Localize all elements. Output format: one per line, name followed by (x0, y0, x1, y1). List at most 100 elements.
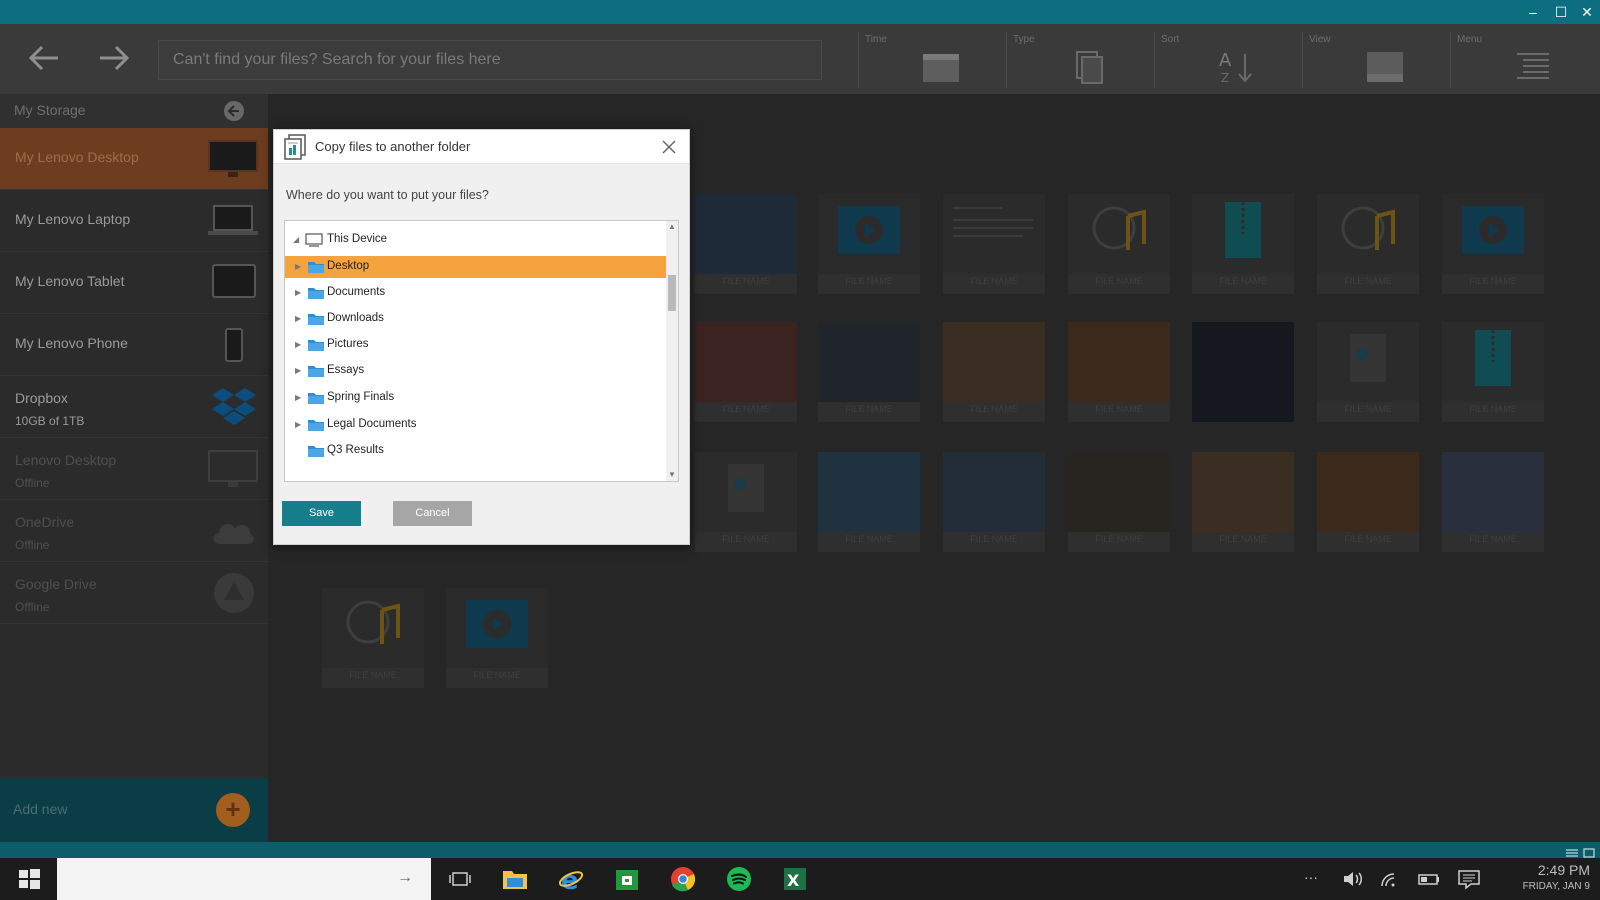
sidebar-item-lenovo-desktop-offline[interactable]: Lenovo Desktop Offline (0, 438, 268, 500)
expand-arrow-icon[interactable]: ▶ (295, 314, 305, 324)
collapse-arrow-icon[interactable]: ◢ (293, 235, 303, 245)
copy-document-icon (283, 134, 307, 165)
sidebar-item-dropbox[interactable]: Dropbox 10GB of 1TB (0, 376, 268, 438)
folder-icon (307, 311, 325, 327)
svg-text:Z: Z (1221, 71, 1229, 84)
file-tile[interactable]: FILE NAME (1317, 452, 1419, 552)
store-icon[interactable] (614, 866, 640, 892)
expand-arrow-icon[interactable]: ▶ (295, 393, 305, 403)
tree-item-q3-results[interactable]: Q3 Results (285, 440, 666, 462)
file-name: FILE NAME (473, 670, 521, 680)
zip-file-icon (1192, 194, 1294, 274)
close-window-button[interactable]: ✕ (1574, 2, 1600, 22)
sort-button[interactable]: Sort AZ (1154, 32, 1302, 88)
menu-button[interactable]: Menu (1450, 32, 1598, 88)
sidebar-item-my-lenovo-tablet[interactable]: My Lenovo Tablet (0, 252, 268, 314)
tree-item-desktop[interactable]: ▶ Desktop (285, 256, 666, 278)
file-name: FILE NAME (722, 404, 770, 414)
scroll-up-icon[interactable]: ▲ (666, 221, 678, 233)
expand-arrow-icon[interactable]: ▶ (295, 340, 305, 350)
scroll-down-icon[interactable]: ▼ (666, 469, 678, 481)
file-tile[interactable]: FILE NAME (818, 452, 920, 552)
file-tile[interactable]: FILE NAME (818, 322, 920, 422)
tree-item-legal-documents[interactable]: ▶ Legal Documents (285, 414, 666, 436)
wifi-icon[interactable] (1378, 866, 1404, 892)
sidebar-item-label: Dropbox (15, 390, 68, 406)
sidebar-title: My Storage (14, 102, 86, 118)
battery-icon[interactable] (1416, 866, 1442, 892)
type-button[interactable]: Type (1006, 32, 1154, 88)
file-tile[interactable]: FILE NAME (943, 322, 1045, 422)
file-explorer-icon[interactable] (502, 866, 528, 892)
file-tile[interactable]: FILE NAME (1192, 452, 1294, 552)
sidebar-item-my-lenovo-phone[interactable]: My Lenovo Phone (0, 314, 268, 376)
tree-item-spring-finals[interactable]: ▶ Spring Finals (285, 387, 666, 409)
dropbox-icon (212, 386, 256, 433)
scroll-thumb[interactable] (668, 275, 676, 311)
sidebar-item-sub: Offline (15, 538, 50, 552)
tray-overflow-icon[interactable]: ··· (1304, 869, 1318, 885)
file-tile[interactable]: FILE NAME (1192, 194, 1294, 294)
tree-item-essays[interactable]: ▶ Essays (285, 360, 666, 382)
file-tile[interactable]: FILE NAME (695, 452, 797, 552)
file-tile[interactable]: FILE NAME (1317, 322, 1419, 422)
sidebar-item-google-drive[interactable]: Google Drive Offline (0, 562, 268, 624)
forward-arrow-icon[interactable] (94, 40, 134, 76)
collapse-sidebar-icon[interactable] (224, 101, 244, 121)
save-button[interactable]: Save (282, 501, 361, 526)
view-button[interactable]: View (1302, 32, 1450, 88)
tree-item-pictures[interactable]: ▶ Pictures (285, 334, 666, 356)
sidebar-item-onedrive[interactable]: OneDrive Offline (0, 500, 268, 562)
cancel-button[interactable]: Cancel (393, 501, 472, 526)
taskbar-search-box[interactable]: → (57, 858, 431, 900)
expand-arrow-icon[interactable]: ▶ (295, 262, 305, 272)
search-arrow-icon[interactable]: → (397, 869, 413, 887)
internet-explorer-icon[interactable]: e (558, 866, 584, 896)
back-arrow-icon[interactable] (24, 40, 64, 76)
view-icon (1365, 48, 1405, 84)
file-tile[interactable]: FILE NAME (943, 194, 1045, 294)
sidebar-item-my-lenovo-desktop[interactable]: My Lenovo Desktop (0, 128, 268, 190)
file-tile[interactable] (1192, 322, 1294, 422)
file-tile[interactable]: FILE NAME (695, 322, 797, 422)
file-tile[interactable]: FILE NAME (1068, 194, 1170, 294)
file-tile[interactable]: FILE NAME (818, 194, 920, 294)
file-name: FILE NAME (970, 534, 1018, 544)
video-file-icon (818, 194, 920, 274)
expand-arrow-icon[interactable]: ▶ (295, 420, 305, 430)
expand-arrow-icon[interactable]: ▶ (295, 366, 305, 376)
file-tile[interactable]: FILE NAME (1442, 322, 1544, 422)
file-tile[interactable]: FILE NAME (446, 588, 548, 688)
file-tile[interactable]: FILE NAME (1442, 194, 1544, 294)
file-tile[interactable]: FILE NAME (322, 588, 424, 688)
time-view-button[interactable]: Time (858, 32, 1006, 88)
volume-icon[interactable] (1340, 866, 1366, 892)
file-tile[interactable]: FILE NAME (695, 194, 797, 294)
search-input[interactable]: Can't find your files? Search for your f… (158, 40, 822, 80)
sidebar-item-my-lenovo-laptop[interactable]: My Lenovo Laptop (0, 190, 268, 252)
task-view-icon[interactable] (447, 866, 473, 892)
spotify-icon[interactable] (726, 866, 752, 892)
file-tile[interactable]: FILE NAME (1317, 194, 1419, 294)
file-tile[interactable]: FILE NAME (1068, 452, 1170, 552)
taskbar-clock[interactable]: 2:49 PM FRIDAY, JAN 9 (1500, 862, 1590, 892)
tree-item-this-device[interactable]: ◢ This Device (285, 229, 666, 251)
tree-item-documents[interactable]: ▶ Documents (285, 282, 666, 304)
tree-scrollbar[interactable]: ▲ ▼ (666, 221, 678, 481)
add-new-storage-button[interactable]: Add new + (0, 778, 268, 842)
action-center-icon[interactable] (1456, 866, 1482, 892)
windows-start-icon[interactable] (16, 866, 42, 892)
view-label: View (1309, 34, 1331, 45)
file-tile[interactable]: FILE NAME (1068, 322, 1170, 422)
expand-arrow-icon[interactable]: ▶ (295, 288, 305, 298)
file-tile[interactable]: FILE NAME (1442, 452, 1544, 552)
chrome-icon[interactable] (670, 866, 696, 892)
excel-icon[interactable]: X (782, 866, 808, 892)
folder-icon (307, 390, 325, 406)
file-tile[interactable]: FILE NAME (943, 452, 1045, 552)
minimize-button[interactable]: – (1520, 2, 1546, 22)
maximize-button[interactable]: ☐ (1548, 2, 1574, 22)
svg-text:e: e (561, 866, 579, 892)
tree-item-downloads[interactable]: ▶ Downloads (285, 308, 666, 330)
dialog-close-icon[interactable] (659, 137, 679, 157)
